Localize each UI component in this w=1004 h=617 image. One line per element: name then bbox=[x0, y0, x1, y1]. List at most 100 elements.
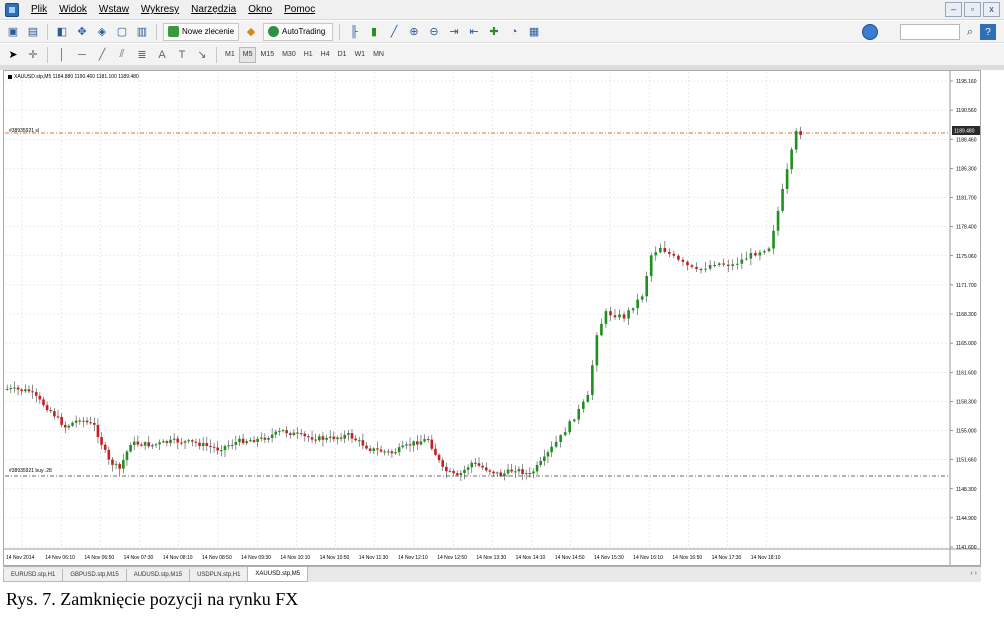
candle-body bbox=[658, 247, 662, 253]
timeframe-m30[interactable]: M30 bbox=[278, 47, 300, 63]
cursor-icon[interactable]: ➤ bbox=[5, 47, 21, 63]
community-icon[interactable] bbox=[862, 24, 878, 40]
menu-wstaw[interactable]: Wstaw bbox=[93, 4, 135, 15]
search-icon[interactable]: ⌕ bbox=[962, 24, 978, 40]
candle-body bbox=[790, 149, 793, 170]
restore-button[interactable]: ▫ bbox=[964, 2, 981, 17]
candle-body bbox=[735, 263, 739, 265]
zoom-out-icon[interactable]: ⊖ bbox=[426, 24, 442, 40]
candle-body bbox=[477, 463, 481, 466]
tab-scroll-arrows[interactable]: ‹ › bbox=[970, 570, 977, 577]
zoom-in-icon[interactable]: ⊕ bbox=[406, 24, 422, 40]
tab-xauusd[interactable]: XAUUSD.stp,M5 bbox=[247, 567, 309, 582]
autotrading-button[interactable]: AutoTrading bbox=[263, 22, 334, 41]
candle-body bbox=[539, 460, 543, 465]
candle-body bbox=[78, 420, 82, 422]
navigator-icon[interactable]: ◈ bbox=[94, 24, 110, 40]
indicators-icon[interactable]: ✚ bbox=[486, 24, 502, 40]
candle-body bbox=[717, 263, 721, 266]
timeframe-w1[interactable]: W1 bbox=[351, 47, 370, 63]
candle-body bbox=[627, 310, 630, 319]
candle-body bbox=[347, 433, 350, 435]
candle-body bbox=[699, 268, 703, 270]
candle-body bbox=[34, 392, 38, 396]
price-tick-label: 1161.600 bbox=[956, 370, 977, 376]
candle-body bbox=[89, 422, 92, 424]
tab-eurusd[interactable]: EURUSD.stp,H1 bbox=[3, 569, 64, 582]
crosshair-icon[interactable]: ✛ bbox=[25, 47, 41, 63]
channel-icon[interactable]: ⫽ bbox=[114, 47, 130, 63]
fibonacci-icon[interactable]: ≣ bbox=[134, 47, 150, 63]
time-tick-label: 14 Nov 13:30 bbox=[476, 555, 506, 561]
new-chart-icon[interactable]: ▣ bbox=[5, 24, 21, 40]
terminal-icon[interactable]: ▢ bbox=[114, 24, 130, 40]
candlestick-icon[interactable]: ▮ bbox=[366, 24, 382, 40]
tab-gbpusd[interactable]: GBPUSD.stp,M15 bbox=[62, 569, 127, 582]
market-watch-icon[interactable]: ◧ bbox=[54, 24, 70, 40]
candle-body bbox=[763, 251, 766, 253]
candle-body bbox=[5, 388, 9, 390]
candle-body bbox=[357, 440, 361, 442]
menu-pomoc[interactable]: Pomoc bbox=[278, 4, 321, 15]
candle-body bbox=[437, 454, 441, 461]
candle-body bbox=[328, 436, 332, 438]
candle-body bbox=[448, 470, 452, 472]
candle-body bbox=[103, 444, 107, 450]
timeframe-h4[interactable]: H4 bbox=[317, 47, 334, 63]
timeframe-h1[interactable]: H1 bbox=[300, 47, 317, 63]
time-tick-label: 14 Nov 06:50 bbox=[84, 555, 114, 561]
time-tick-label: 14 Nov 14:50 bbox=[555, 555, 585, 561]
profiles-icon[interactable]: ▤ bbox=[25, 24, 41, 40]
price-tick-label: 1190.560 bbox=[956, 108, 977, 114]
search-input[interactable] bbox=[900, 24, 960, 40]
candle-body bbox=[82, 420, 85, 422]
candle-body bbox=[31, 391, 34, 393]
toolbar-divider bbox=[339, 23, 341, 40]
candle-body bbox=[794, 131, 798, 150]
auto-scroll-icon[interactable]: ⇥ bbox=[446, 24, 462, 40]
tester-icon[interactable]: ▥ bbox=[134, 24, 150, 40]
menu-wykresy[interactable]: Wykresy bbox=[135, 4, 185, 15]
templates-icon[interactable]: ▦ bbox=[526, 24, 542, 40]
candle-body bbox=[749, 252, 753, 259]
text-label-icon[interactable]: T bbox=[174, 47, 190, 63]
toolbar-divider bbox=[216, 46, 217, 63]
help-icon[interactable]: ? bbox=[980, 24, 996, 40]
toolbar-divider bbox=[47, 23, 48, 40]
menu-okno[interactable]: Okno bbox=[242, 4, 278, 15]
candle-body bbox=[368, 448, 372, 451]
candle-body bbox=[767, 248, 771, 252]
close-button[interactable]: x bbox=[983, 2, 1000, 17]
timeframe-m1[interactable]: M1 bbox=[221, 47, 239, 63]
candle-body bbox=[543, 456, 546, 461]
candle-body bbox=[223, 446, 227, 451]
timeframe-m15[interactable]: M15 bbox=[256, 47, 278, 63]
line-chart-icon[interactable]: ╱ bbox=[386, 24, 402, 40]
minimize-button[interactable]: – bbox=[945, 2, 962, 17]
timeframe-m5[interactable]: M5 bbox=[238, 46, 257, 63]
timeframe-mn[interactable]: MN bbox=[369, 47, 388, 63]
metaeditor-icon[interactable]: ◆ bbox=[243, 24, 259, 40]
menu-widok[interactable]: Widok bbox=[53, 4, 93, 15]
new-order-button[interactable]: Nowe zlecenie bbox=[163, 22, 240, 41]
candle-body bbox=[419, 441, 423, 445]
chart-shift-icon[interactable]: ⇤ bbox=[466, 24, 482, 40]
periods-icon[interactable]: ◔ bbox=[506, 24, 522, 40]
vertical-line-icon[interactable]: │ bbox=[54, 47, 70, 63]
trendline-icon[interactable]: ╱ bbox=[94, 47, 110, 63]
horizontal-line-icon[interactable]: ─ bbox=[74, 47, 90, 63]
data-window-icon[interactable]: ✥ bbox=[74, 24, 90, 40]
text-icon[interactable]: A bbox=[154, 47, 170, 63]
price-chart[interactable]: 1195.160 1190.560 1188.460 1185.300 1181.700… bbox=[4, 71, 980, 565]
candle-body bbox=[285, 430, 288, 434]
tab-usdpln[interactable]: USDPLN.stp,H1 bbox=[189, 569, 249, 582]
tab-audusd[interactable]: AUDUSD.stp,M15 bbox=[125, 569, 191, 582]
arrows-icon[interactable]: ↘ bbox=[194, 47, 210, 63]
candle-body bbox=[535, 464, 539, 472]
timeframe-d1[interactable]: D1 bbox=[334, 47, 351, 63]
menu-plik[interactable]: Plik bbox=[25, 4, 53, 15]
candle-body bbox=[230, 444, 234, 446]
bar-chart-icon[interactable]: ╟ bbox=[346, 24, 362, 40]
candle-body bbox=[394, 452, 397, 454]
menu-narzedzia[interactable]: Narzędzia bbox=[185, 4, 242, 15]
